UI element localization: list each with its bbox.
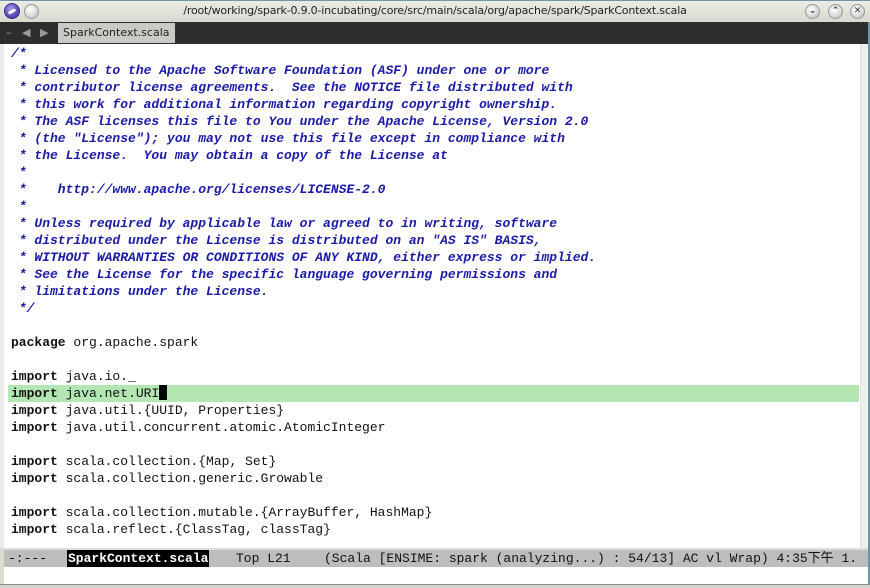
tab-forward-icon[interactable]: ▶ [40,26,48,40]
keyword: package [11,335,66,350]
comment-line[interactable]: * the License. You may obtain a copy of … [11,147,448,164]
code-text: java.io._ [57,369,136,384]
window-titlebar[interactable]: /root/working/spark-0.9.0-incubating/cor… [0,0,870,22]
window-title: /root/working/spark-0.9.0-incubating/cor… [183,4,687,17]
tab-bar: – ◀ ▶ SparkContext.scala [0,22,870,44]
right-fringe [860,44,868,548]
code-line[interactable]: import java.util.{UUID, Properties} [11,402,284,419]
comment-line[interactable]: * See the License for the specific langu… [11,266,557,283]
code-line[interactable]: package org.apache.spark [11,334,198,351]
comment-line[interactable]: * [11,198,27,215]
close-button[interactable]: ✕ [850,4,865,19]
modeline-buffer-name[interactable]: SparkContext.scala [67,550,210,567]
window-bottom-border [0,584,870,588]
modeline-status: -:--- [8,551,48,566]
code-line[interactable]: import scala.collection.mutable.{ArrayBu… [11,504,432,521]
tab-back-icon[interactable]: ◀ [22,26,30,40]
modeline-modes[interactable]: (Scala [ENSIME: spark (analyzing...) : 5… [324,550,857,567]
comment-line[interactable]: * http://www.apache.org/licenses/LICENSE… [11,181,386,198]
code-line[interactable]: import scala.reflect.{ClassTag, classTag… [11,521,331,538]
code-line[interactable]: import scala.collection.generic.Growable [11,470,323,487]
keyword: import [11,522,58,537]
comment-line[interactable]: * Unless required by applicable law or a… [11,215,557,232]
code-text: java.util.{UUID, Properties} [57,403,285,418]
code-text: scala.collection.{Map, Set} [57,454,277,469]
keyword: import [11,454,58,469]
comment-line[interactable]: * [11,164,27,181]
code-text: scala.reflect.{ClassTag, classTag} [57,522,331,537]
text-cursor [159,385,168,400]
code-text: org.apache.spark [65,335,199,350]
code-text: java.util.concurrent.atomic.AtomicIntege… [57,420,386,435]
code-line[interactable]: import java.net.URI [11,385,168,402]
keyword: import [11,369,58,384]
comment-line[interactable]: * contributor license agreements. See th… [11,79,573,96]
comment-line[interactable]: * this work for additional information r… [11,96,557,113]
comment-line[interactable]: * limitations under the License. [11,283,269,300]
keyword: import [11,386,58,401]
mode-line: -:--- SparkContext.scala Top L21 (Scala … [4,549,868,567]
modeline-position: Top L21 [236,551,291,566]
maximize-button[interactable]: ⌃ [828,4,843,19]
tab-dash-icon[interactable]: – [6,26,12,40]
code-text: java.net.URI [57,386,160,401]
comment-line[interactable]: * The ASF licenses this file to You unde… [11,113,589,130]
code-line[interactable]: import scala.collection.{Map, Set} [11,453,276,470]
comment-line[interactable]: * (the "License"); you may not use this … [11,130,565,147]
keyword: import [11,403,58,418]
editor-buffer[interactable]: /* * Licensed to the Apache Software Fou… [4,44,860,548]
keyword: import [11,505,58,520]
keyword: import [11,471,58,486]
comment-line[interactable]: /* [11,45,27,62]
code-text: scala.collection.generic.Growable [57,471,324,486]
comment-line[interactable]: * Licensed to the Apache Software Founda… [11,62,550,79]
keyword: import [11,420,58,435]
comment-line[interactable]: * distributed under the License is distr… [11,232,542,249]
code-text: scala.collection.mutable.{ArrayBuffer, H… [57,505,433,520]
code-line[interactable]: import java.io._ [11,368,136,385]
comment-line[interactable]: */ [11,300,35,317]
minimize-button[interactable]: ⌄ [805,4,820,19]
tab-sparkcontext[interactable]: SparkContext.scala [58,23,175,43]
code-line[interactable]: import java.util.concurrent.atomic.Atomi… [11,419,385,436]
comment-line[interactable]: * WITHOUT WARRANTIES OR CONDITIONS OF AN… [11,249,596,266]
